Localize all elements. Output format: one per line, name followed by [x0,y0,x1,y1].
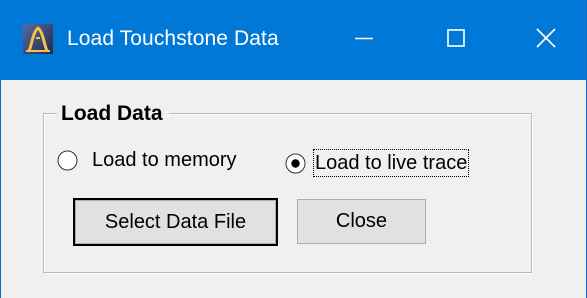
radio-load-to-live-trace[interactable]: Load to live trace [285,149,470,177]
app-icon[interactable] [23,24,53,54]
minimize-button[interactable] [319,0,409,80]
radio-label-load-to-live-trace[interactable]: Load to live trace [312,149,470,177]
radio-checked-icon[interactable] [285,153,306,174]
maximize-icon [446,28,466,53]
maximize-button[interactable] [411,0,501,80]
close-window-button[interactable] [501,0,587,80]
load-data-groupbox [43,113,532,273]
title-bar[interactable]: Load Touchstone Data [1,0,586,80]
close-icon [535,27,557,54]
window-title: Load Touchstone Data [67,27,279,50]
minimize-icon [354,28,374,53]
dialog-client-area: Load Data Load to memory Load to live tr… [1,80,586,298]
radio-unchecked-icon[interactable] [57,150,78,171]
groupbox-legend: Load Data [57,101,169,127]
radio-load-to-memory[interactable]: Load to memory [57,147,237,173]
select-data-file-button[interactable]: Select Data File [73,198,278,246]
close-button[interactable]: Close [297,199,426,244]
radio-label-load-to-memory[interactable]: Load to memory [92,147,237,173]
dialog-window: Load Touchstone Data Load Data Load to m… [0,0,587,298]
